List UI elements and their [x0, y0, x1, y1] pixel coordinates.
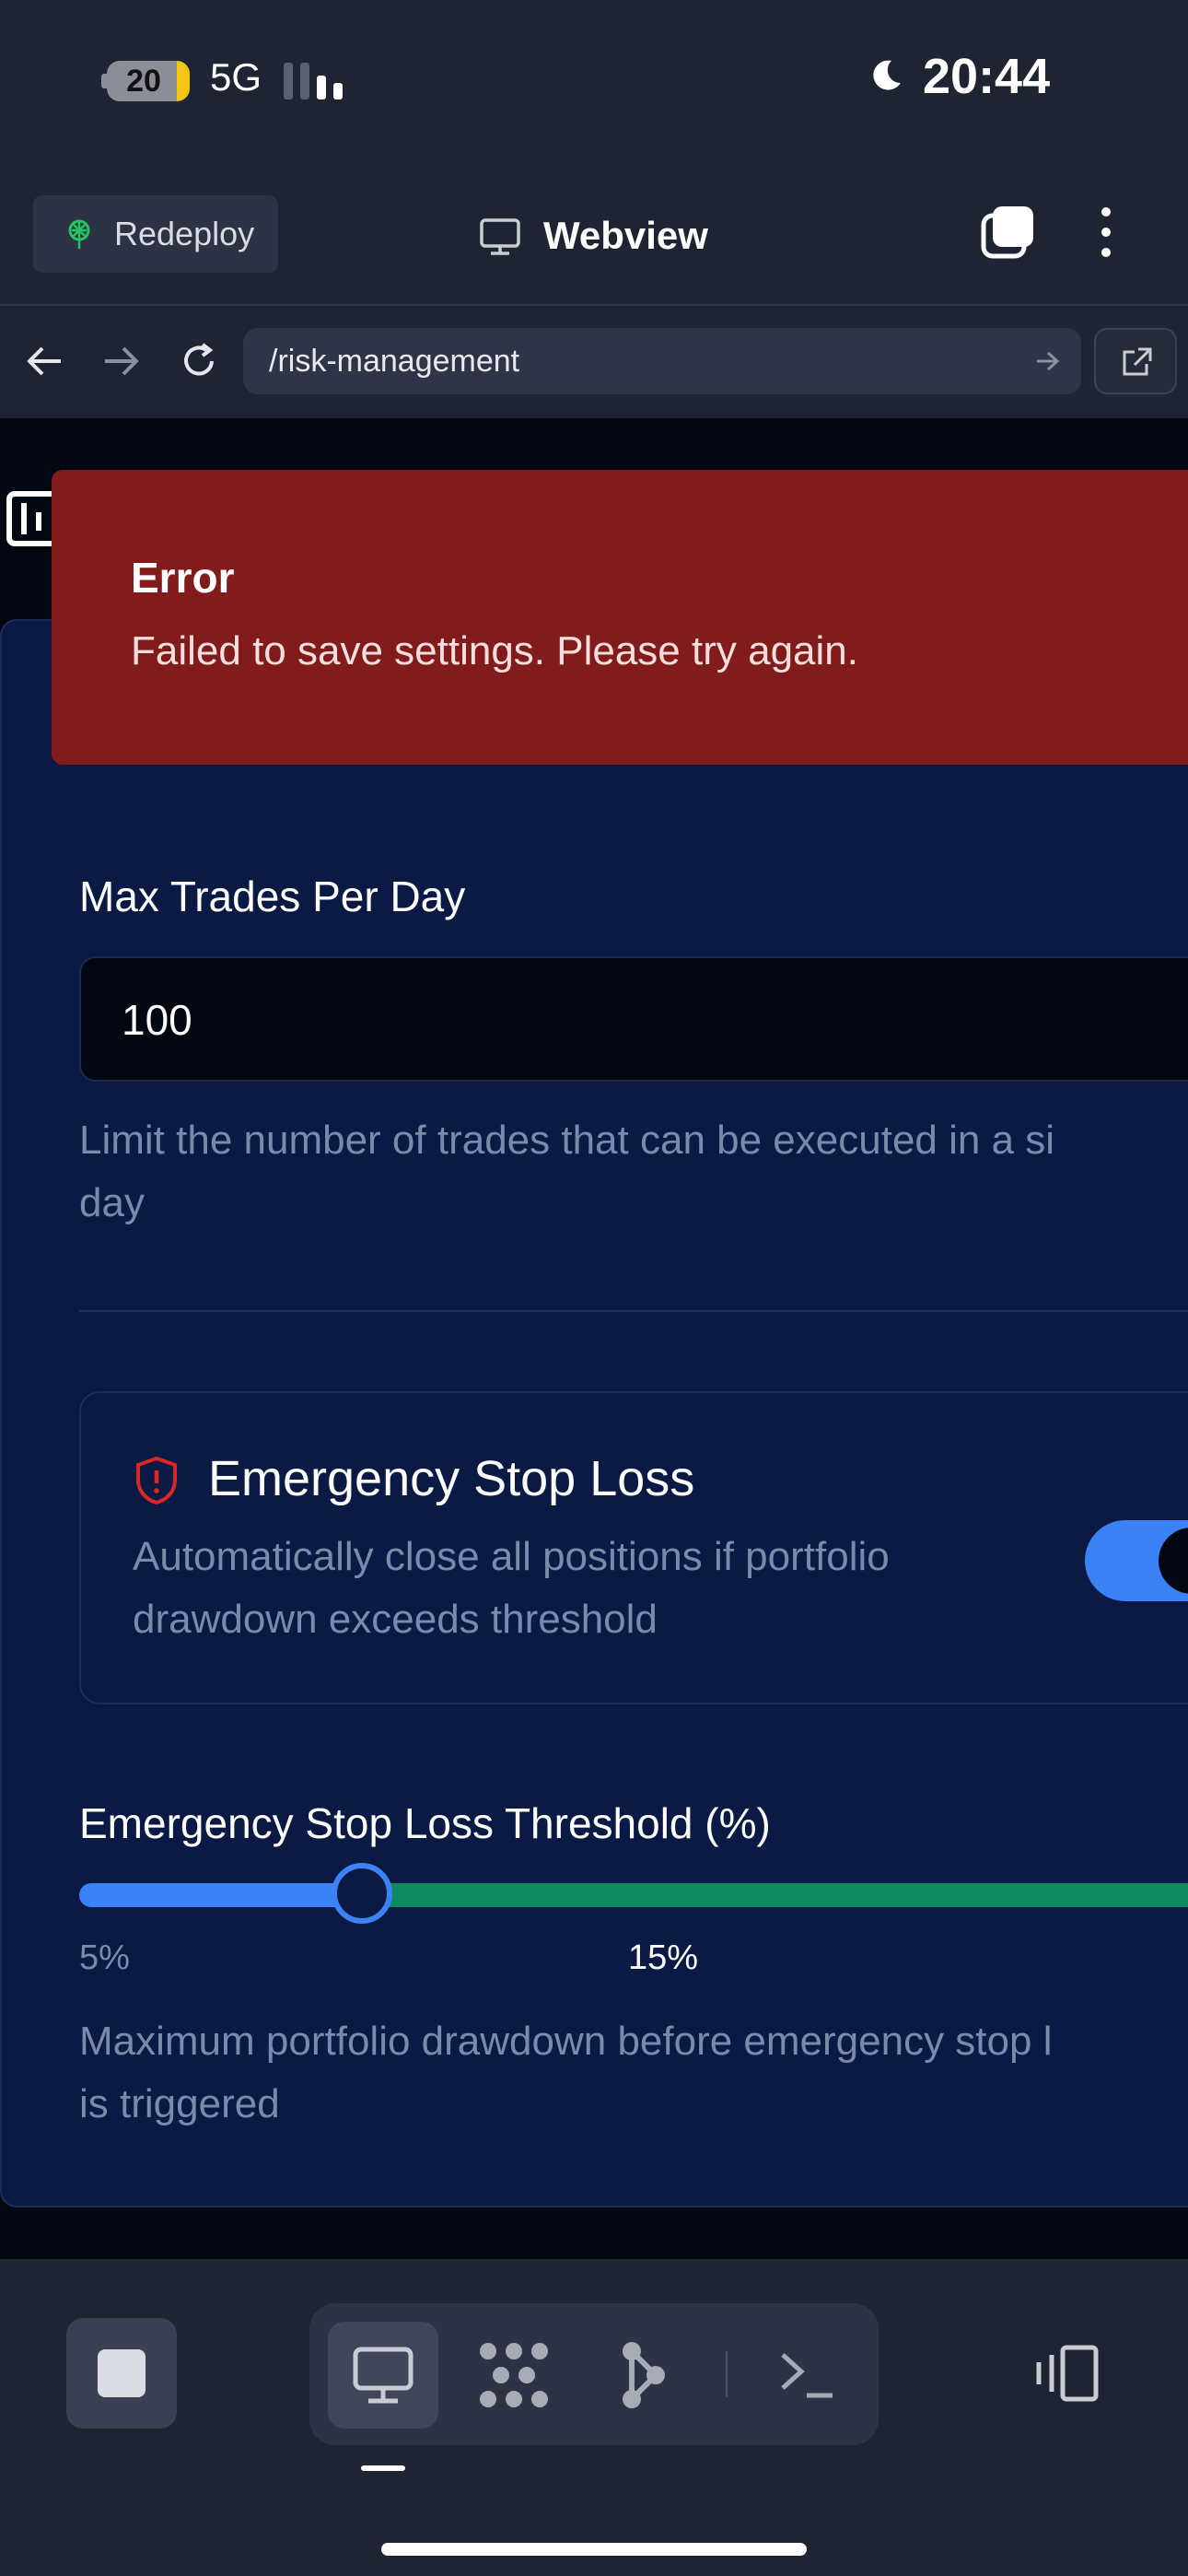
network-type: 5G [210, 55, 262, 99]
view-switcher [309, 2303, 879, 2445]
signal-bars-icon [284, 63, 348, 100]
slider-value-label: 15% [628, 1938, 699, 1977]
slider-min-label: 5% [79, 1938, 130, 1977]
pill-divider [726, 2351, 728, 2397]
toast-title: Error [131, 554, 235, 602]
desktop-view-button[interactable] [328, 2322, 438, 2429]
emergency-stop-desc: Automatically close all positions if por… [133, 1526, 1017, 1651]
stop-button[interactable] [66, 2318, 177, 2429]
battery-icon: 20 [107, 61, 190, 101]
max-trades-field[interactable] [120, 958, 952, 1082]
reload-icon[interactable] [179, 341, 219, 381]
shield-alert-icon [136, 1456, 177, 1505]
threshold-label: Emergency Stop Loss Threshold (%) [79, 1799, 771, 1847]
back-arrow-icon[interactable] [24, 343, 64, 380]
active-tab-indicator [361, 2465, 405, 2471]
max-trades-help-line2: day [79, 1180, 145, 1225]
terminal-icon[interactable] [777, 2346, 836, 2403]
threshold-slider-thumb[interactable] [332, 1863, 392, 1924]
url-bar[interactable]: /risk-management [243, 328, 1081, 394]
more-vertical-icon[interactable] [1092, 205, 1120, 260]
redeploy-label: Redeploy [114, 215, 255, 252]
threshold-help-line2: is triggered [79, 2081, 280, 2126]
stop-icon [98, 2349, 146, 2397]
external-link-icon [1123, 347, 1152, 376]
desktop-icon [353, 2347, 413, 2404]
monitor-icon [480, 218, 520, 255]
devices-icon[interactable] [1031, 2342, 1101, 2405]
forward-arrow-icon[interactable] [101, 343, 142, 380]
max-trades-help: Limit the number of trades that can be e… [79, 1109, 1188, 1235]
toast-message: Failed to save settings. Please try agai… [131, 628, 858, 673]
max-trades-help-line1: Limit the number of trades that can be e… [79, 1118, 1055, 1163]
grid-dots-icon[interactable] [477, 2340, 551, 2410]
emergency-stop-toggle[interactable] [1085, 1520, 1188, 1601]
graph-icon[interactable] [619, 2340, 667, 2410]
url-text: /risk-management [269, 344, 520, 379]
redeploy-icon [68, 219, 90, 249]
moon-icon [873, 60, 901, 90]
battery-level: 20 [126, 64, 161, 99]
slider-range-filled [79, 1883, 363, 1907]
threshold-help-line1: Maximum portfolio drawdown before emerge… [79, 2019, 1053, 2064]
max-trades-input[interactable] [79, 956, 1188, 1082]
home-indicator [381, 2543, 807, 2556]
threshold-help: Maximum portfolio drawdown before emerge… [79, 2010, 1188, 2136]
toggle-knob [1159, 1528, 1188, 1594]
emergency-stop-title: Emergency Stop Loss [208, 1451, 695, 1506]
webview-title: Webview [479, 203, 708, 269]
web-content: Error Failed to save settings. Please tr… [0, 418, 1188, 2259]
status-time: 20:44 [923, 49, 1051, 104]
emergency-stop-desc-line1: Automatically close all positions if por… [133, 1534, 890, 1579]
go-arrow-icon[interactable] [1035, 350, 1061, 372]
tabs-icon[interactable] [980, 205, 1035, 260]
open-external-button[interactable] [1094, 328, 1177, 394]
slider-range-rest [363, 1883, 1188, 1907]
emergency-stop-desc-line2: drawdown exceeds threshold [133, 1597, 658, 1642]
webview-title-text: Webview [543, 214, 708, 257]
section-divider [79, 1310, 1188, 1312]
redeploy-button[interactable]: Redeploy [33, 195, 278, 273]
max-trades-label: Max Trades Per Day [79, 872, 466, 920]
error-toast[interactable]: Error Failed to save settings. Please tr… [52, 470, 1188, 765]
